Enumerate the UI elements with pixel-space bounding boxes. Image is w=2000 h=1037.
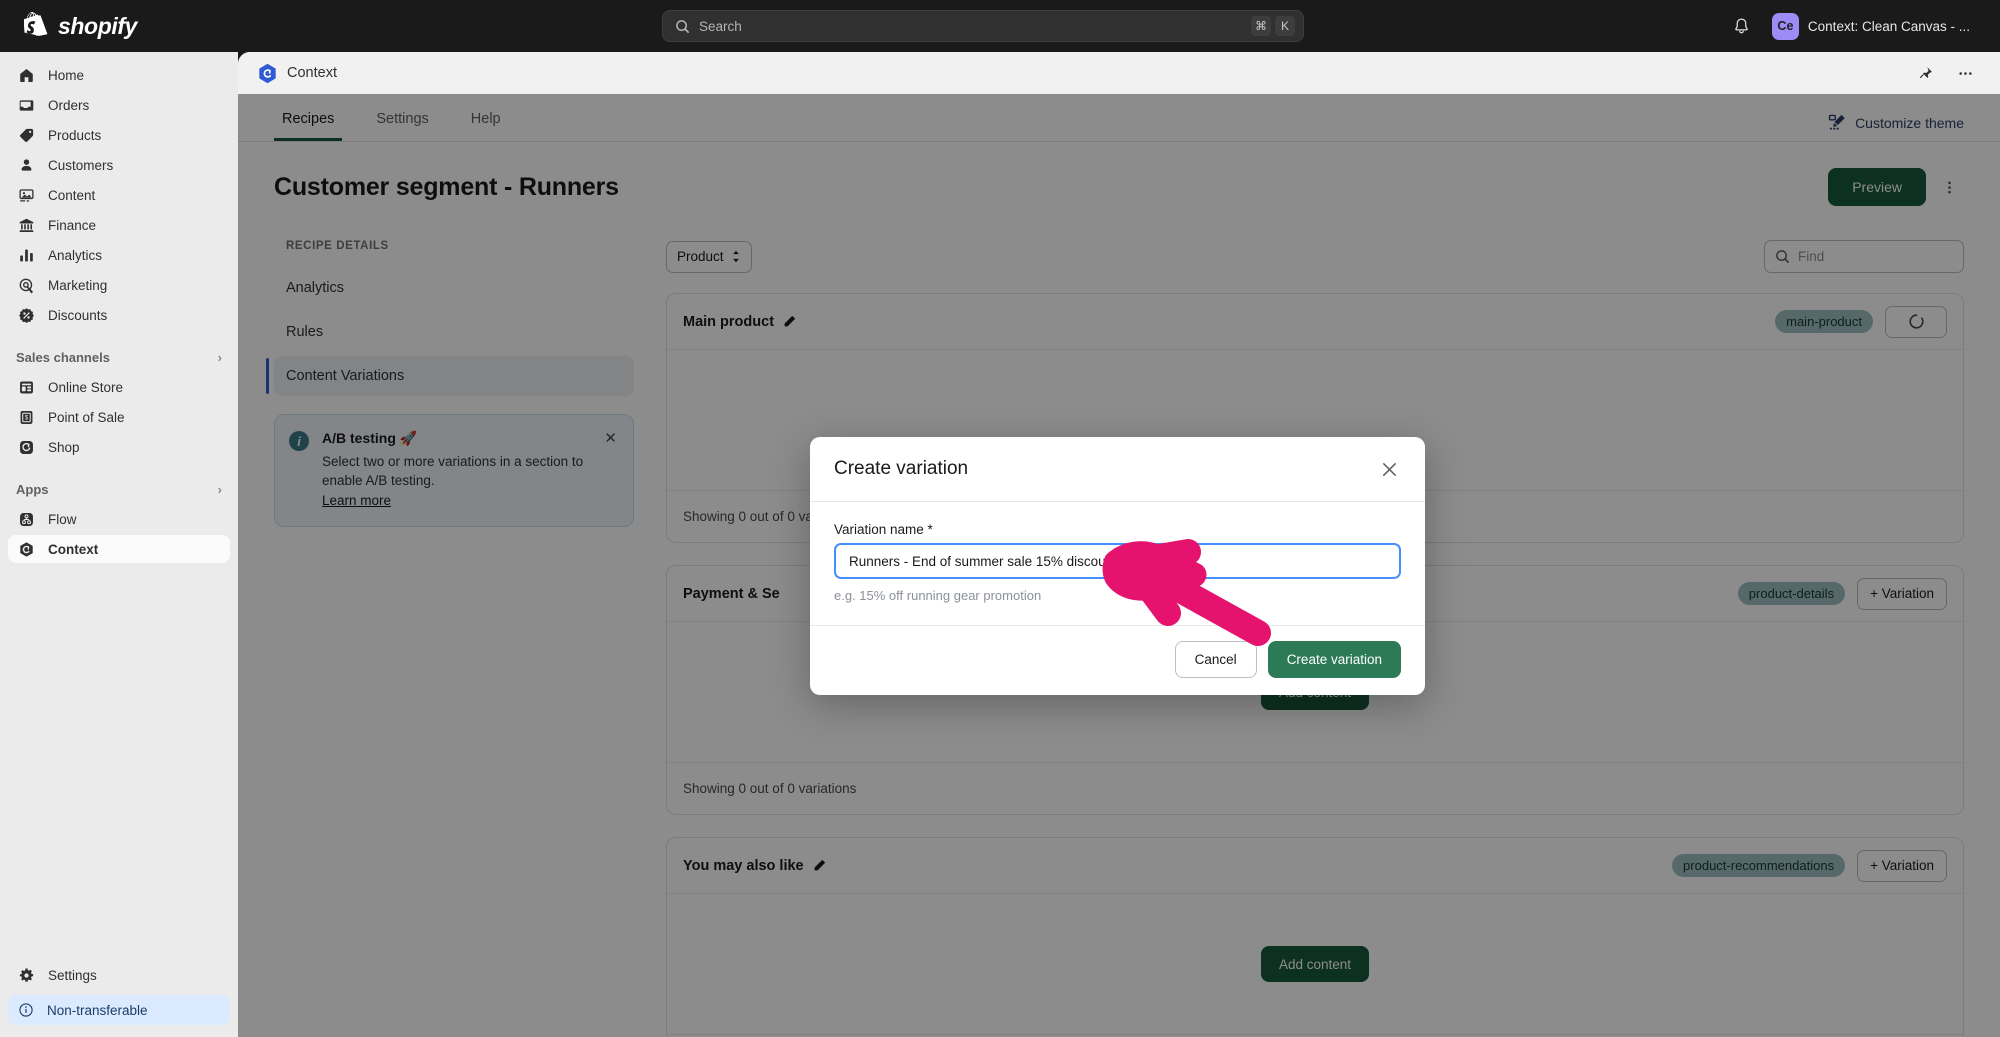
- sidebar-item-context[interactable]: Context: [8, 535, 230, 563]
- sidebar-item-label: Discounts: [48, 308, 107, 323]
- sidebar-group-label: Sales channels: [16, 350, 110, 365]
- sidebar-item-label: Flow: [48, 512, 77, 527]
- non-transferable-badge[interactable]: Non-transferable: [8, 995, 230, 1025]
- shop-icon: [16, 437, 36, 457]
- search-icon: [675, 19, 690, 34]
- sidebar-item-analytics[interactable]: Analytics: [8, 241, 230, 269]
- variation-name-label: Variation name *: [834, 522, 1401, 537]
- pin-icon[interactable]: [1912, 60, 1938, 86]
- sidebar-item-label: Marketing: [48, 278, 107, 293]
- sidebar-item-content[interactable]: Content: [8, 181, 230, 209]
- sidebar-item-online-store[interactable]: Online Store: [8, 373, 230, 401]
- sidebar-item-customers[interactable]: Customers: [8, 151, 230, 179]
- create-variation-button[interactable]: Create variation: [1268, 641, 1401, 678]
- bell-icon: [1732, 17, 1751, 36]
- sidebar-bottom-region: Settings Non-transferable: [0, 960, 238, 1037]
- store-account-button[interactable]: Ce Context: Clean Canvas - ...: [1768, 10, 1980, 42]
- analytics-bars-icon: [16, 245, 36, 265]
- modal-footer: Cancel Create variation: [810, 625, 1425, 695]
- notifications-button[interactable]: [1726, 10, 1758, 42]
- sidebar-item-label: Content: [48, 188, 95, 203]
- sidebar-item-point-of-sale[interactable]: $ Point of Sale: [8, 403, 230, 431]
- products-tag-icon: [16, 125, 36, 145]
- shopify-bag-icon: [24, 12, 50, 40]
- variation-name-input[interactable]: [834, 543, 1401, 579]
- customers-person-icon: [16, 155, 36, 175]
- sidebar-item-shop[interactable]: Shop: [8, 433, 230, 461]
- sidebar-item-label: Context: [48, 542, 98, 557]
- sidebar-group-sales-channels[interactable]: Sales channels ›: [8, 344, 230, 370]
- online-store-icon: [16, 377, 36, 397]
- close-icon[interactable]: [1375, 455, 1403, 483]
- global-topbar: shopify Search ⌘ K Ce Context: Clean Can…: [0, 0, 2000, 52]
- context-app-icon: [16, 539, 36, 559]
- sidebar-item-label: Analytics: [48, 248, 102, 263]
- sidebar-item-label: Shop: [48, 440, 80, 455]
- sidebar-item-label: Orders: [48, 98, 89, 113]
- global-search-input[interactable]: Search ⌘ K: [662, 10, 1304, 42]
- shopify-wordmark: shopify: [58, 13, 137, 40]
- sidebar-group-label: Apps: [16, 482, 49, 497]
- sidebar-item-orders[interactable]: Orders: [8, 91, 230, 119]
- app-header-actions: [1912, 60, 1978, 86]
- home-icon: [16, 65, 36, 85]
- non-transferable-label: Non-transferable: [47, 1003, 148, 1018]
- topbar-right-region: Ce Context: Clean Canvas - ...: [1726, 10, 2000, 42]
- sidebar-item-settings[interactable]: Settings: [8, 961, 230, 989]
- cancel-button[interactable]: Cancel: [1175, 641, 1257, 678]
- search-shortcut-hint: ⌘ K: [1251, 16, 1295, 36]
- modal-title: Create variation: [834, 458, 968, 480]
- app-frame-header: Context: [238, 52, 2000, 94]
- point-of-sale-icon: $: [16, 407, 36, 427]
- chevron-right-icon: ›: [218, 350, 222, 365]
- content-image-icon: [16, 185, 36, 205]
- sidebar-item-label: Point of Sale: [48, 410, 125, 425]
- primary-sidebar: Home Orders Products Customers Content: [0, 52, 238, 1037]
- marketing-target-icon: [16, 275, 36, 295]
- info-icon: [16, 1000, 36, 1020]
- discounts-badge-icon: [16, 305, 36, 325]
- global-search-region: Search ⌘ K: [240, 10, 1726, 42]
- chevron-right-icon: ›: [218, 482, 222, 497]
- sidebar-item-label: Online Store: [48, 380, 123, 395]
- modal-header: Create variation: [810, 437, 1425, 502]
- sidebar-group-apps[interactable]: Apps ›: [8, 476, 230, 502]
- shopify-logo[interactable]: shopify: [0, 12, 240, 40]
- orders-icon: [16, 95, 36, 115]
- app-title: Context: [287, 65, 337, 81]
- create-variation-modal: Create variation Variation name * e.g. 1…: [810, 437, 1425, 695]
- flow-icon: [16, 509, 36, 529]
- sidebar-item-marketing[interactable]: Marketing: [8, 271, 230, 299]
- sidebar-item-label: Settings: [48, 968, 97, 983]
- sidebar-item-home[interactable]: Home: [8, 61, 230, 89]
- sidebar-item-label: Home: [48, 68, 84, 83]
- modal-body: Variation name * e.g. 15% off running ge…: [810, 502, 1425, 625]
- sidebar-item-finance[interactable]: Finance: [8, 211, 230, 239]
- gear-icon: [16, 965, 36, 985]
- context-app-icon: [258, 63, 277, 84]
- sidebar-item-products[interactable]: Products: [8, 121, 230, 149]
- avatar: Ce: [1772, 13, 1799, 40]
- sidebar-item-discounts[interactable]: Discounts: [8, 301, 230, 329]
- sidebar-item-flow[interactable]: Flow: [8, 505, 230, 533]
- sidebar-item-label: Products: [48, 128, 101, 143]
- kbd-cmd: ⌘: [1251, 16, 1271, 36]
- search-placeholder: Search: [699, 19, 1242, 34]
- sidebar-item-label: Customers: [48, 158, 113, 173]
- sidebar-item-label: Finance: [48, 218, 96, 233]
- store-name-label: Context: Clean Canvas - ...: [1808, 19, 1970, 34]
- finance-bank-icon: [16, 215, 36, 235]
- variation-name-help: e.g. 15% off running gear promotion: [834, 588, 1401, 603]
- kbd-k: K: [1275, 16, 1295, 36]
- ellipsis-horizontal-icon[interactable]: [1952, 60, 1978, 86]
- app-identity: Context: [258, 63, 337, 84]
